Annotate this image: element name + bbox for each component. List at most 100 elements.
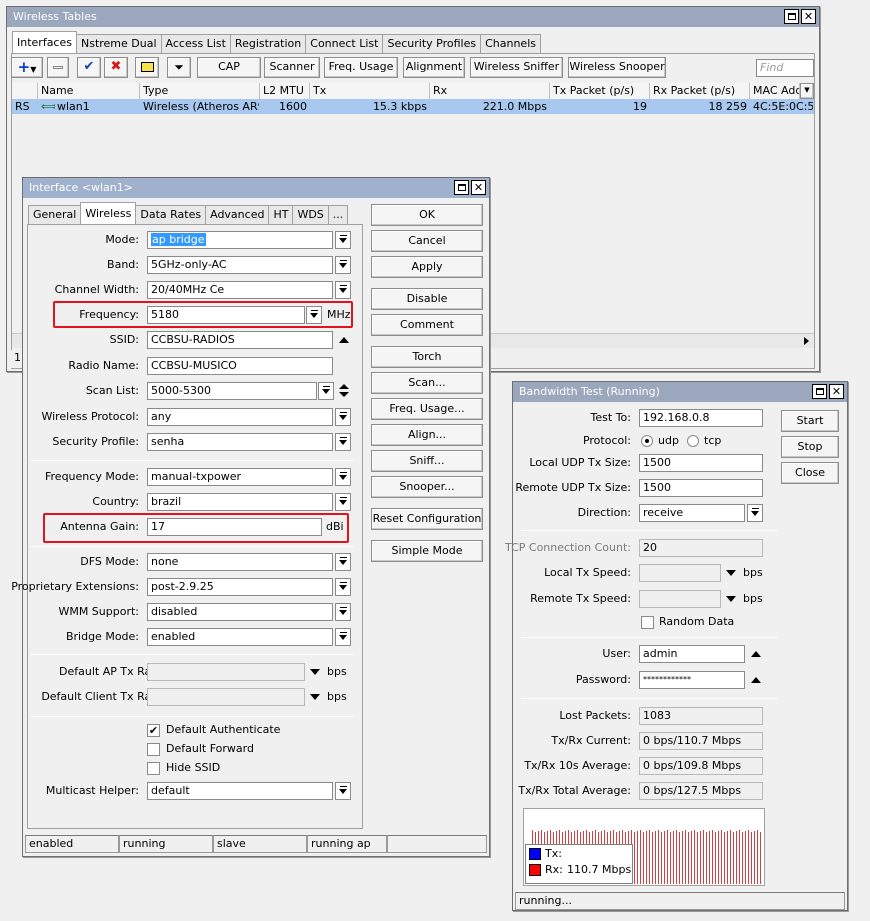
tab-registration[interactable]: Registration: [229, 34, 307, 53]
proprietary-extensions-select[interactable]: post-2.9.25: [147, 578, 333, 596]
tab-advanced[interactable]: Advanced: [205, 205, 270, 224]
scroll-right-icon[interactable]: [804, 337, 809, 345]
security-profile-dropdown-icon[interactable]: [335, 433, 351, 451]
add-button[interactable]: +▼: [11, 57, 43, 78]
enable-button[interactable]: ✔: [77, 57, 101, 78]
scan-list-dropdown-icon[interactable]: [318, 382, 334, 400]
snooper-button[interactable]: Snooper...: [371, 476, 483, 498]
wireless-protocol-dropdown-icon[interactable]: [335, 408, 351, 426]
antenna-gain-input[interactable]: 17: [147, 518, 322, 536]
column-menu-button[interactable]: ▼: [800, 83, 814, 99]
default-client-tx-rate-input[interactable]: [147, 688, 305, 706]
default-ap-tx-rate-input[interactable]: [147, 663, 305, 681]
local-tx-speed-input[interactable]: [639, 564, 721, 582]
scan-list-input[interactable]: 5000-5300: [147, 382, 317, 400]
multicast-helper-dropdown-icon[interactable]: [335, 782, 351, 800]
udp-radio[interactable]: [641, 435, 653, 447]
bridge-mode-dropdown-icon[interactable]: [335, 628, 351, 646]
frequency-mode-select[interactable]: manual-txpower: [147, 468, 333, 486]
col-mac[interactable]: MAC Addr: [750, 83, 800, 99]
maximize-icon[interactable]: [454, 180, 469, 195]
remote-udp-tx-size-input[interactable]: 1500: [639, 479, 763, 497]
wmm-support-dropdown-icon[interactable]: [335, 603, 351, 621]
country-dropdown-icon[interactable]: [335, 493, 351, 511]
local-udp-tx-size-input[interactable]: 1500: [639, 454, 763, 472]
alignment-button[interactable]: Alignment: [403, 57, 465, 78]
tab-general[interactable]: General: [28, 205, 82, 224]
cap-button[interactable]: CAP: [197, 57, 261, 78]
col-tx[interactable]: Tx: [310, 83, 430, 99]
radio-name-input[interactable]: CCBSU-MUSICO: [147, 357, 333, 375]
security-profile-select[interactable]: senha: [147, 433, 333, 451]
align-button[interactable]: Align...: [371, 424, 483, 446]
tab-nstreme-dual[interactable]: Nstreme Dual: [75, 34, 162, 53]
col-tx-packet[interactable]: Tx Packet (p/s): [550, 83, 650, 99]
direction-dropdown-icon[interactable]: [747, 504, 763, 522]
col-rx-packet[interactable]: Rx Packet (p/s): [650, 83, 750, 99]
col-name[interactable]: Name: [38, 83, 140, 99]
direction-select[interactable]: receive: [639, 504, 745, 522]
find-input[interactable]: Find: [756, 59, 814, 77]
tab-more[interactable]: ...: [327, 205, 349, 224]
maximize-icon[interactable]: [784, 9, 799, 24]
test-to-input[interactable]: 192.168.0.8: [639, 409, 763, 427]
apply-button[interactable]: Apply: [371, 256, 483, 278]
default-ap-tx-rate-dropdown-icon[interactable]: [310, 669, 320, 675]
local-tx-speed-dropdown-icon[interactable]: [726, 570, 736, 576]
wireless-sniffer-button[interactable]: Wireless Sniffer: [470, 57, 563, 78]
user-collapse-icon[interactable]: [751, 651, 761, 657]
multicast-helper-select[interactable]: default: [147, 782, 333, 800]
filter-button[interactable]: ⏷: [167, 57, 191, 78]
simple-mode-button[interactable]: Simple Mode: [371, 540, 483, 562]
stop-button[interactable]: Stop: [781, 436, 839, 458]
start-button[interactable]: Start: [781, 410, 839, 432]
dfs-mode-select[interactable]: none: [147, 553, 333, 571]
bandwidth-test-titlebar[interactable]: Bandwidth Test (Running) ✕: [513, 382, 847, 402]
mode-dropdown-icon[interactable]: [335, 231, 351, 249]
wireless-protocol-select[interactable]: any: [147, 408, 333, 426]
freq-usage-button[interactable]: Freq. Usage...: [371, 398, 483, 420]
col-type[interactable]: Type: [140, 83, 260, 99]
channel-width-dropdown-icon[interactable]: [335, 281, 351, 299]
default-authenticate-checkbox[interactable]: ✔: [147, 724, 160, 737]
tcp-connection-count-input[interactable]: 20: [639, 539, 763, 557]
ssid-input[interactable]: CCBSU-RADIOS: [147, 331, 333, 349]
close-button[interactable]: Close: [781, 462, 839, 484]
dfs-mode-dropdown-icon[interactable]: [335, 553, 351, 571]
password-input[interactable]: ************: [639, 671, 745, 689]
tab-access-list[interactable]: Access List: [160, 34, 231, 53]
interface-titlebar[interactable]: Interface <wlan1> ✕: [23, 178, 489, 198]
band-select[interactable]: 5GHz-only-AC: [147, 256, 333, 274]
maximize-icon[interactable]: [812, 384, 827, 399]
tab-ht[interactable]: HT: [268, 205, 294, 224]
country-select[interactable]: brazil: [147, 493, 333, 511]
reset-configuration-button[interactable]: Reset Configuration: [371, 508, 483, 530]
scanner-button[interactable]: Scanner: [264, 57, 320, 78]
remote-tx-speed-dropdown-icon[interactable]: [726, 596, 736, 602]
tab-connect-list[interactable]: Connect List: [305, 34, 384, 53]
password-collapse-icon[interactable]: [751, 677, 761, 683]
disable-button[interactable]: Disable: [371, 288, 483, 310]
ok-button[interactable]: OK: [371, 204, 483, 226]
wireless-snooper-button[interactable]: Wireless Snooper: [568, 57, 666, 78]
mode-select[interactable]: ap bridge: [147, 231, 333, 249]
user-input[interactable]: admin: [639, 645, 745, 663]
frequency-select[interactable]: 5180: [147, 306, 305, 324]
remote-tx-speed-input[interactable]: [639, 590, 721, 608]
close-icon[interactable]: ✕: [829, 384, 844, 399]
scan-list-up-icon[interactable]: [339, 384, 349, 389]
remove-button[interactable]: [47, 57, 69, 78]
band-dropdown-icon[interactable]: [335, 256, 351, 274]
comment-button[interactable]: [135, 57, 159, 78]
tab-channels[interactable]: Channels: [480, 34, 541, 53]
tab-data-rates[interactable]: Data Rates: [135, 205, 207, 224]
random-data-checkbox[interactable]: [641, 616, 654, 629]
tab-wireless[interactable]: Wireless: [80, 202, 137, 224]
sniff-button[interactable]: Sniff...: [371, 450, 483, 472]
tab-security-profiles[interactable]: Security Profiles: [382, 34, 482, 53]
bridge-mode-select[interactable]: enabled: [147, 628, 333, 646]
freq-usage-button[interactable]: Freq. Usage: [324, 57, 398, 78]
close-icon[interactable]: ✕: [471, 180, 486, 195]
scan-list-down-icon[interactable]: [339, 392, 349, 397]
torch-button[interactable]: Torch: [371, 346, 483, 368]
